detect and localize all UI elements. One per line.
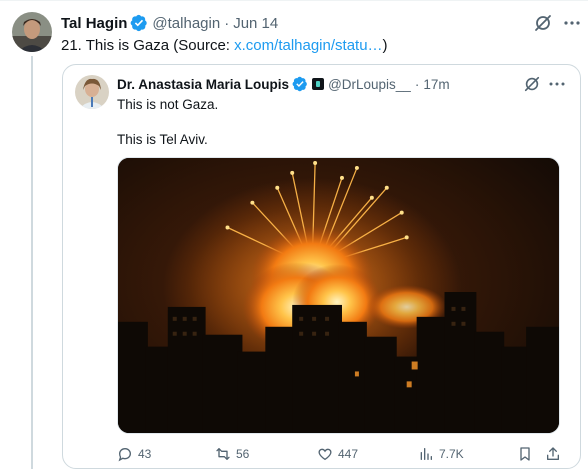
- quoted-tweet-card[interactable]: Dr. Anastasia Maria Loupis @DrLoupis__ ·…: [62, 64, 581, 469]
- reply-count: 43: [138, 447, 152, 461]
- views-count: 7.7K: [439, 447, 464, 461]
- grok-icon[interactable]: [533, 13, 553, 33]
- tweet-text-prefix: 21. This is Gaza (Source:: [61, 37, 235, 54]
- views-button[interactable]: 7.7K: [418, 446, 464, 462]
- affiliate-badge-icon: [312, 78, 325, 90]
- quoted-author-avatar[interactable]: [75, 75, 109, 109]
- author-handle[interactable]: @talhagin: [152, 15, 220, 32]
- quoted-verified-badge-icon: [292, 76, 308, 92]
- like-count: 447: [338, 447, 359, 461]
- share-icon: [547, 447, 559, 460]
- quoted-author-handle[interactable]: @DrLoupis__: [328, 77, 411, 92]
- quoted-more-icon[interactable]: [548, 75, 566, 93]
- tweet-date[interactable]: Jun 14: [233, 15, 278, 32]
- quoted-tweet-actions: 43 56 447 7.7K: [117, 443, 566, 465]
- thread-line: [31, 56, 33, 469]
- author-avatar[interactable]: [12, 12, 52, 52]
- quoted-tweet-time[interactable]: 17m: [423, 77, 449, 92]
- repost-button[interactable]: 56: [215, 446, 249, 462]
- like-button[interactable]: 447: [317, 446, 358, 462]
- bookmark-icon: [520, 447, 530, 461]
- bookmark-button[interactable]: [517, 446, 538, 462]
- quoted-author-name[interactable]: Dr. Anastasia Maria Loupis: [117, 77, 289, 92]
- verified-badge-icon: [130, 14, 148, 32]
- reply-button[interactable]: 43: [117, 446, 151, 462]
- quoted-separator-dot: ·: [414, 76, 420, 92]
- reply-icon: [118, 447, 132, 462]
- author-name[interactable]: Tal Hagin: [61, 15, 127, 32]
- views-icon: [420, 448, 432, 460]
- quoted-media-image[interactable]: [117, 157, 560, 434]
- source-link[interactable]: x.com/talhagin/statu…: [234, 37, 382, 54]
- repost-icon: [216, 448, 230, 460]
- tweet-header: Tal Hagin @talhagin · Jun 14: [61, 12, 278, 34]
- quoted-text-line-1: This is not Gaza.: [117, 97, 219, 112]
- quoted-grok-icon[interactable]: [523, 75, 541, 93]
- heart-icon: [318, 448, 332, 461]
- separator-dot: ·: [224, 14, 230, 32]
- top-divider: [0, 0, 588, 1]
- tweet-text-suffix: ): [382, 37, 388, 54]
- more-icon[interactable]: [563, 13, 581, 33]
- tweet-text: 21. This is Gaza (Source: x.com/talhagin…: [61, 36, 388, 56]
- quoted-tweet-header: Dr. Anastasia Maria Loupis @DrLoupis__ ·…: [117, 73, 450, 95]
- quoted-text-line-2: This is Tel Aviv.: [117, 132, 208, 147]
- repost-count: 56: [236, 447, 250, 461]
- share-button[interactable]: [545, 446, 566, 462]
